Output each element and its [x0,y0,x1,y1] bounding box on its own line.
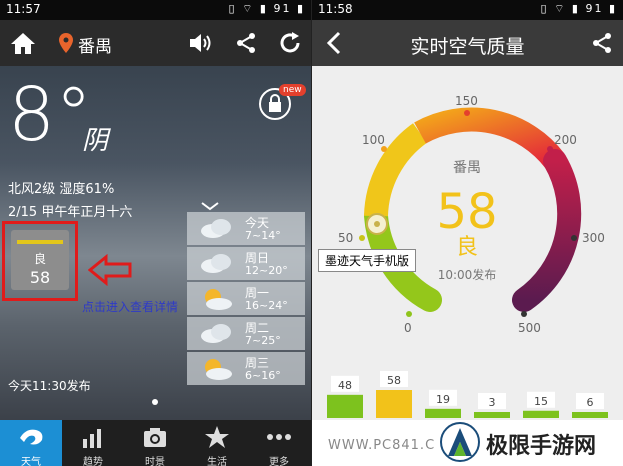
partly-sunny-icon [199,357,235,384]
status-time: 11:58 [318,2,353,16]
nav-label: 趋势 [83,457,103,466]
speaker-icon[interactable] [187,29,215,57]
gauge-arc-hazardous [512,149,582,312]
nav-label: 时景 [145,457,165,466]
bottom-navigation: 天气 趋势 时景 生活 更多 [0,420,311,466]
lunar-date: 2/15 甲午年正月十六 [8,205,133,220]
publish-time: 今天11:30发布 [8,379,91,393]
aqi-value: 58 [29,268,51,287]
pollutant-bar[interactable] [474,412,510,418]
nav-scene[interactable]: 时景 [124,420,186,466]
pollutant-bar[interactable] [376,390,412,418]
nav-weather[interactable]: 天气 [0,420,62,466]
status-bar: 11:57 ▯ ⌔ ▮ 91 ▮ [0,0,311,20]
pollutant-bar[interactable] [327,394,363,418]
scale-label-0: 0 [404,321,412,335]
home-icon[interactable] [8,28,38,58]
pollutant-bar[interactable] [523,410,559,418]
cloud-icon [199,217,235,242]
page-title: 实时空气质量 [410,36,525,58]
forecast-expand-icon[interactable] [200,196,220,211]
left-arrow-icon [87,253,132,290]
aqi-level-label: 良 [33,252,46,266]
scale-label-50: 50 [338,231,353,245]
page-indicator-dot[interactable] [152,399,158,405]
scale-label-150: 150 [455,94,478,108]
status-icons: ▯ ⌔ ▮ 91 ▮ [228,2,305,15]
wind-humidity: 北风2级 湿度61% [8,182,115,197]
scale-label-200: 200 [554,133,577,147]
camera-icon [144,428,166,447]
forecast-temp: 6~16° [245,369,281,382]
nav-more[interactable]: 更多 [248,420,310,466]
partly-sunny-icon [199,287,235,314]
aqi-summary-card[interactable]: 良 58 [11,230,69,290]
gauge-aqi-level: 良 [456,235,478,260]
forecast-item[interactable]: 周一 16~24° [187,282,305,315]
forecast-temp: 16~24° [245,299,288,312]
temperature-value: 8° [8,72,93,158]
weather-panel: 11:57 ▯ ⌔ ▮ 91 ▮ 番禺 8° 阴 new 北风2级 湿度61% … [0,0,311,466]
weather-logo-icon [20,429,43,445]
site-watermark: WWW.PC841.C [328,438,436,453]
status-bar: 11:58 ▯ ⌔ ▮ 91 ▮ [312,0,623,20]
location-pin-icon [58,32,74,54]
pollutant-bar[interactable] [572,412,608,418]
air-quality-panel: 11:58 ▯ ⌔ ▮ 91 ▮ 实时空气质量 0 50 100 150 200… [312,0,623,466]
refresh-icon[interactable] [276,29,304,57]
gauge-city: 番禺 [453,160,481,176]
cloud-icon [199,322,235,347]
pollutant-value-label: 19 [436,393,450,406]
gauge-aqi-value: 58 [436,184,497,240]
app-bar: 实时空气质量 [312,20,623,66]
forecast-item[interactable]: 周三 6~16° [187,352,305,385]
brand-name: 极限手游网 [486,434,597,459]
more-dots-icon [267,434,291,440]
app-bar: 番禺 [0,20,311,66]
new-badge: new [279,84,306,96]
star-icon [205,426,229,448]
pollutant-value-label: 6 [587,396,594,409]
forecast-list: 今天 7~14° 周日 12~20° 周一 16~24° 周二 7~25° 周三… [187,212,305,387]
forecast-item[interactable]: 周日 12~20° [187,247,305,280]
gauge-arc-unhealthy [414,107,565,169]
status-icons: ▯ ⌔ ▮ 91 ▮ [540,2,617,15]
aqi-highlight-frame: 良 58 [2,221,78,301]
share-icon[interactable] [589,29,615,57]
brand-logo-icon [440,422,480,462]
aqi-level-bar [17,240,63,244]
gauge-published: 10:00发布 [438,267,497,282]
share-icon[interactable] [233,29,259,57]
nav-label: 更多 [269,457,289,466]
nav-label: 生活 [207,457,227,466]
forecast-temp: 7~14° [245,229,281,242]
forecast-item[interactable]: 今天 7~14° [187,212,305,245]
nav-label: 天气 [21,457,41,466]
bar-chart-icon [83,429,101,448]
nav-life[interactable]: 生活 [186,420,248,466]
forecast-temp: 7~25° [245,334,281,347]
details-hint[interactable]: 点击进入查看详情 [82,298,178,315]
forecast-item[interactable]: 周二 7~25° [187,317,305,350]
app-watermark-label: 墨迹天气手机版 [318,249,417,272]
city-name[interactable]: 番禺 [78,32,112,57]
status-time: 11:57 [6,2,41,16]
pollutant-bar-chart: 48 58 19 3 15 6 [327,371,608,418]
pollutant-value-label: 48 [338,379,352,392]
weather-condition: 阴 [82,126,109,156]
pollutant-value-label: 3 [489,396,496,409]
cloud-icon [199,252,235,277]
scale-label-500: 500 [518,321,541,335]
forecast-temp: 12~20° [245,264,288,277]
watermark-strip: WWW.PC841.C 极限手游网 [312,420,623,466]
scale-label-100: 100 [362,133,385,147]
nav-trend[interactable]: 趋势 [62,420,124,466]
pollutant-value-label: 58 [387,374,401,387]
scale-label-300: 300 [582,231,605,245]
pollutant-bar[interactable] [425,408,461,418]
pollutant-value-label: 15 [534,395,548,408]
